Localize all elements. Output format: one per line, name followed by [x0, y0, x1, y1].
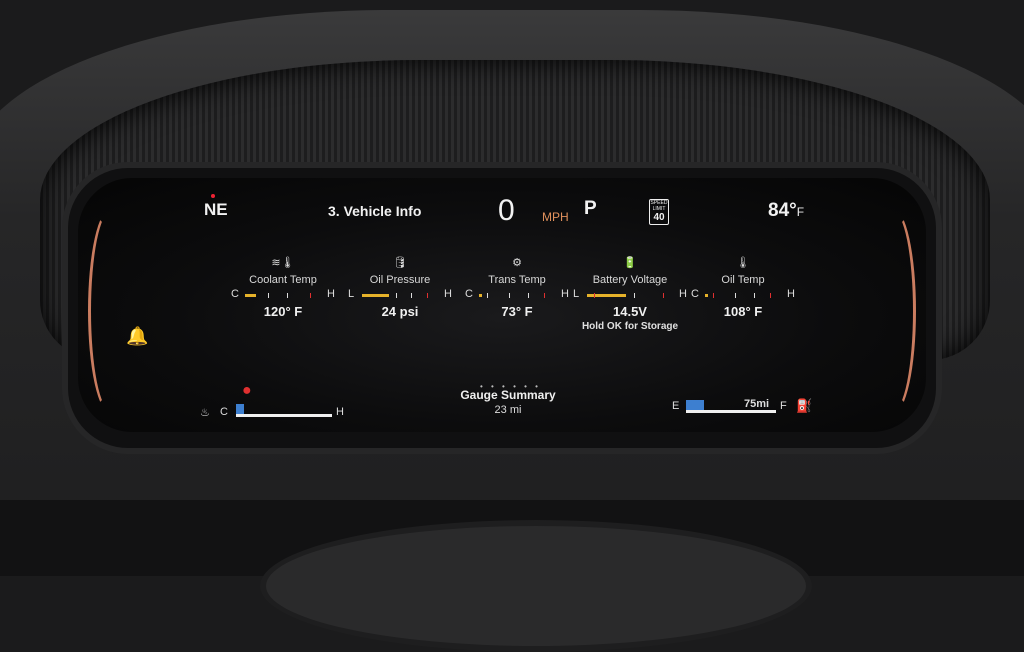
gauge-value: 108° F — [723, 304, 763, 319]
gauge-oil-pressure: 🛢 Oil Pressure L H 24 psi — [340, 256, 460, 319]
left-accent-arc — [88, 208, 134, 414]
gauge-label: Coolant Temp — [249, 274, 317, 286]
compass-heading: NE — [204, 194, 228, 220]
gauge-fill — [245, 294, 257, 297]
speed-limit-sign: SPEED LIMIT 40 — [649, 199, 669, 225]
battery-icon: 🔋 — [623, 257, 637, 269]
gear-indicator: P — [584, 198, 597, 219]
gauge-label: Oil Temp — [721, 274, 765, 286]
compass-north-dot — [211, 194, 215, 198]
gauge-coolant-temp: ≋🌡 Coolant Temp C H 120° F — [223, 256, 343, 319]
gauge-label: Oil Pressure — [369, 274, 431, 286]
steering-wheel — [260, 520, 812, 652]
gauge-fill — [587, 294, 626, 297]
gauge-value: 73° F — [501, 304, 533, 319]
gauge-value: 14.5V — [613, 304, 647, 319]
speed-value: 0 — [498, 194, 515, 227]
gauge-trans-temp: ⚙ Trans Temp C H 73° F — [457, 256, 577, 319]
fuel-pump-icon: ⛽ — [796, 398, 813, 413]
coolant-bottom-high: H — [336, 406, 344, 418]
gauge-note: Hold OK for Storage — [581, 321, 679, 332]
gauge-bar: L H — [573, 288, 687, 300]
fuel-full-label: F — [780, 400, 787, 412]
right-accent-arc — [870, 208, 916, 414]
gauge-battery-voltage: 🔋 Battery Voltage L H 14.5V Hold OK for … — [565, 256, 695, 332]
gauge-oil-temp: 🌡 Oil Temp C H 108° F — [683, 256, 803, 319]
screen-title: 3. Vehicle Info — [328, 203, 422, 219]
gauge-label: Trans Temp — [488, 274, 546, 286]
summary-distance: 23 mi — [494, 404, 522, 416]
outside-temperature: 84°F — [768, 200, 805, 221]
coolant-bottom-icon: ♨ — [200, 407, 210, 419]
speed-unit: MPH — [542, 210, 569, 224]
oil-temp-icon: 🌡 — [736, 257, 750, 269]
gauge-fill — [362, 294, 389, 297]
gauge-bar: C H — [465, 288, 569, 300]
fuel-level-segment — [686, 400, 704, 410]
driver-warning-icon: ● — [242, 382, 252, 399]
seatbelt-warning-icon: 🔔 — [126, 326, 149, 346]
fuel-empty-label: E — [672, 400, 680, 412]
gauge-bar: L H — [348, 288, 452, 300]
gauge-fill — [705, 294, 709, 297]
gauge-fill — [479, 294, 483, 297]
coolant-bottom-bar — [236, 414, 332, 417]
gauge-label: Battery Voltage — [592, 274, 668, 286]
gauge-value: 120° F — [263, 304, 303, 319]
coolant-bottom-low: C — [220, 406, 228, 418]
oil-can-icon: 🛢 — [393, 257, 407, 269]
coolant-bottom-level — [236, 404, 244, 414]
fuel-bar — [686, 410, 776, 413]
gauge-bar: C H — [231, 288, 335, 300]
gauge-value: 24 psi — [381, 304, 419, 319]
transmission-icon: ⚙ — [512, 257, 522, 269]
instrument-cluster-screen: NE 3. Vehicle Info 0 MPH P SPEED LIMIT 4… — [78, 178, 926, 432]
summary-label: Gauge Summary — [460, 388, 556, 402]
fuel-range: 75mi — [744, 398, 770, 410]
coolant-icon: ≋🌡 — [271, 257, 295, 269]
gauge-bar: C H — [691, 288, 795, 300]
